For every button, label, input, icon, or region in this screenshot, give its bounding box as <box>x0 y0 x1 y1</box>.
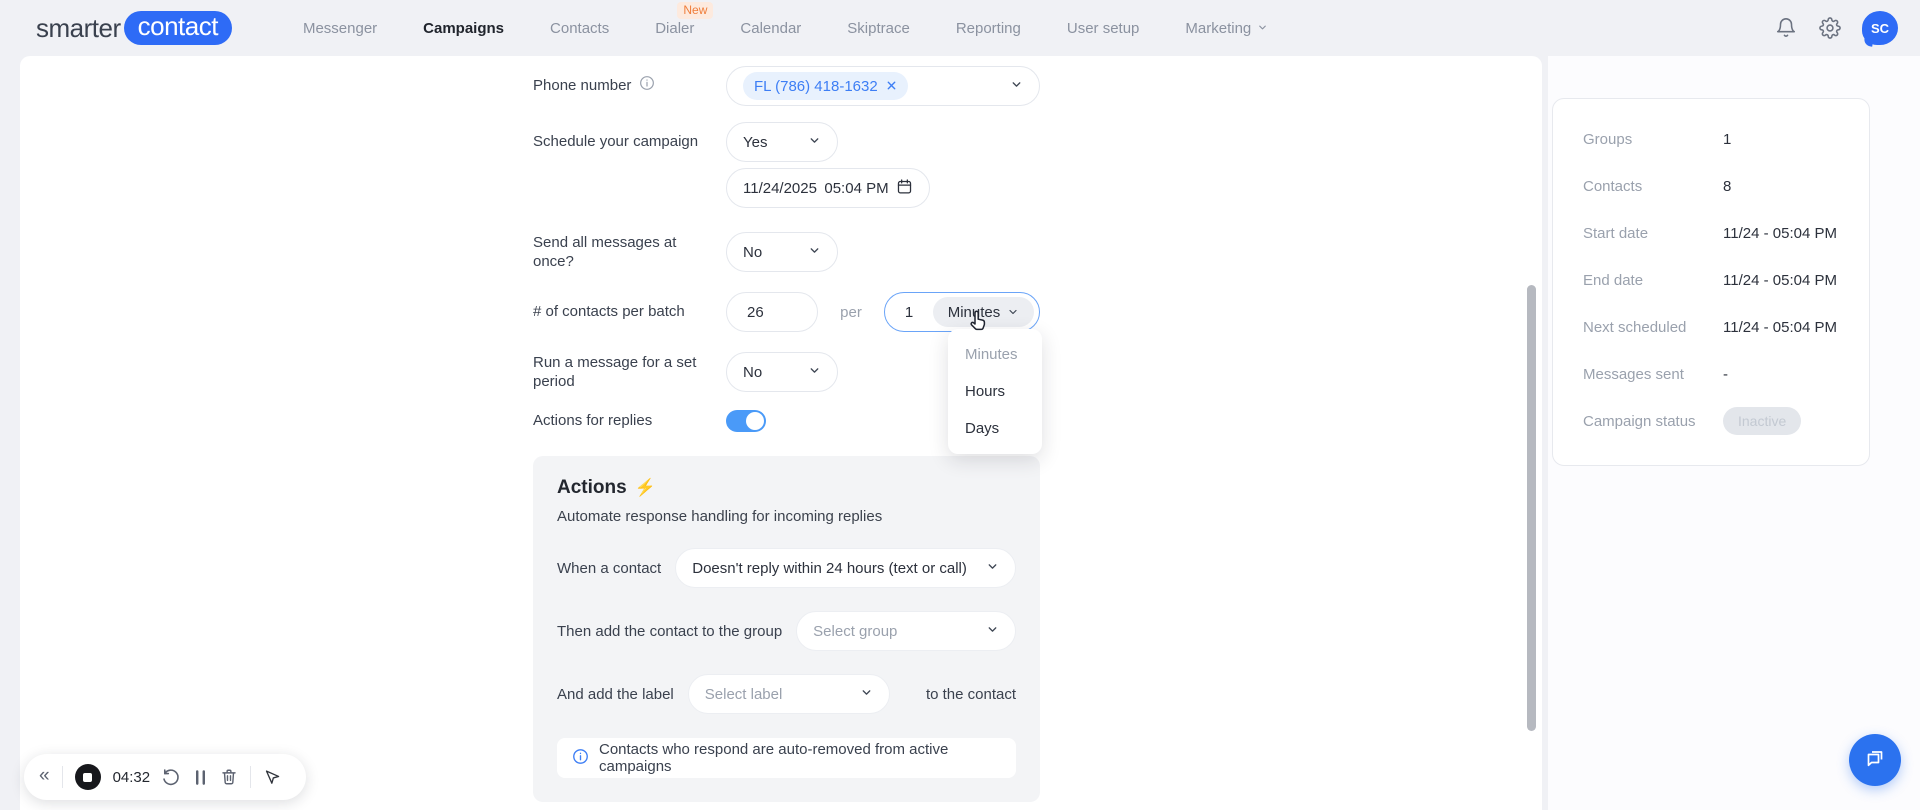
interval-value[interactable]: 1 <box>885 304 933 321</box>
send-all-row: Send all messages at once? No <box>533 232 1040 272</box>
phone-number-row: Phone number FL (786) 418-1632 <box>533 66 1040 106</box>
summary-row-messages-sent: Messages sent - <box>1583 365 1728 383</box>
nav-item-user-setup[interactable]: User setup <box>1044 14 1163 43</box>
recording-time: 04:32 <box>112 768 151 786</box>
pause-icon[interactable] <box>193 769 208 786</box>
divider <box>61 766 63 788</box>
phone-chip: FL (786) 418-1632 <box>743 72 908 100</box>
campaign-settings-panel: Phone number FL (786) 418-1632 Schedule … <box>20 56 1542 810</box>
nav-item-contacts[interactable]: Contacts <box>527 14 632 43</box>
nav-item-skiptrace[interactable]: Skiptrace <box>824 14 933 43</box>
auto-remove-note: Contacts who respond are auto-removed fr… <box>557 738 1016 778</box>
per-label: per <box>840 303 862 321</box>
collapse-toolbar-icon[interactable]: « <box>39 766 50 788</box>
nav-item-dialer[interactable]: Dialer New <box>632 1 717 43</box>
chat-widget-button[interactable] <box>1849 734 1901 786</box>
phone-number-select[interactable]: FL (786) 418-1632 <box>726 66 1040 106</box>
unit-option-days[interactable]: Days <box>948 410 1042 447</box>
vertical-scrollbar[interactable] <box>1527 285 1536 731</box>
trash-icon[interactable] <box>220 768 238 786</box>
when-contact-row: When a contact Doesn't reply within 24 h… <box>557 548 1016 588</box>
label-select[interactable]: Select label <box>687 674 890 714</box>
cursor-icon[interactable] <box>263 769 280 786</box>
topbar-actions: SC <box>1774 0 1898 56</box>
summary-row-campaign-status: Campaign status Inactive <box>1583 407 1869 435</box>
phone-number-label: Phone number <box>533 75 726 97</box>
batch-label: # of contacts per batch <box>533 303 685 321</box>
unit-option-minutes[interactable]: Minutes <box>948 336 1042 373</box>
batch-count-input[interactable] <box>726 292 818 332</box>
nav-item-calendar[interactable]: Calendar <box>717 14 824 43</box>
chevron-down-icon <box>1010 78 1023 95</box>
add-group-label: Then add the contact to the group <box>557 622 783 640</box>
stop-recording-button[interactable] <box>74 764 101 790</box>
close-icon[interactable] <box>886 78 897 95</box>
summary-row-start-date: Start date 11/24 - 05:04 PM <box>1583 224 1837 242</box>
user-avatar[interactable]: SC <box>1862 11 1898 45</box>
divider <box>250 766 252 788</box>
replies-toggle[interactable] <box>726 410 766 432</box>
new-badge: New <box>677 1 714 19</box>
interval-control[interactable]: 1 Minutes <box>884 292 1040 332</box>
chevron-down-icon <box>1257 20 1268 37</box>
run-period-label: Run a message for a set period <box>533 353 697 391</box>
add-label-suffix: to the contact <box>925 685 1016 703</box>
batch-controls: per 1 Minutes <box>726 292 1040 332</box>
chat-icon <box>1862 745 1888 776</box>
summary-row-contacts: Contacts 8 <box>1583 177 1732 195</box>
chevron-down-icon <box>808 244 821 261</box>
summary-row-end-date: End date 11/24 - 05:04 PM <box>1583 271 1837 289</box>
nav-item-reporting[interactable]: Reporting <box>933 14 1044 43</box>
calendar-icon[interactable] <box>896 178 913 199</box>
add-group-row: Then add the contact to the group Select… <box>557 611 1016 651</box>
screen-recorder-toolbar: « 04:32 <box>24 754 306 800</box>
replies-toggle-label: Actions for replies <box>533 412 653 430</box>
unit-dropdown-menu: Minutes Hours Days <box>948 329 1042 454</box>
actions-panel: Actions ⚡ Automate response handling for… <box>533 456 1040 802</box>
actions-subtitle: Automate response handling for incoming … <box>557 508 883 525</box>
run-period-select[interactable]: No <box>726 352 838 392</box>
batch-row: # of contacts per batch per 1 Minutes <box>533 292 1040 332</box>
time-value: 05:04 PM <box>824 179 889 197</box>
top-navigation: smarter contact Messenger Campaigns Cont… <box>0 0 1920 56</box>
status-badge: Inactive <box>1723 407 1802 435</box>
nav-item-marketing[interactable]: Marketing <box>1162 14 1291 43</box>
campaign-summary-card: Groups 1 Contacts 8 Start date 11/24 - 0… <box>1552 98 1870 466</box>
group-select[interactable]: Select group <box>796 611 1016 651</box>
lightning-icon: ⚡ <box>634 478 656 497</box>
chevron-down-icon <box>986 623 999 640</box>
chevron-down-icon <box>808 134 821 151</box>
schedule-label: Schedule your campaign <box>533 133 699 151</box>
when-contact-label: When a contact <box>557 559 662 577</box>
schedule-row: Schedule your campaign Yes <box>533 122 1040 162</box>
gear-icon[interactable] <box>1818 16 1842 40</box>
bell-icon[interactable] <box>1774 16 1798 40</box>
unit-dropdown-trigger[interactable]: Minutes <box>933 297 1034 327</box>
unit-option-hours[interactable]: Hours <box>948 373 1042 410</box>
info-icon[interactable] <box>639 75 655 97</box>
date-value: 11/24/2025 <box>743 179 817 197</box>
nav-item-campaigns[interactable]: Campaigns <box>400 14 527 43</box>
add-label-row: And add the label Select label to the co… <box>557 674 1016 714</box>
restart-icon[interactable] <box>162 768 181 787</box>
chevron-down-icon <box>808 364 821 381</box>
brand-word-smarter: smarter <box>36 12 121 43</box>
send-all-label: Send all messages at once? <box>533 233 677 271</box>
summary-row-next-scheduled: Next scheduled 11/24 - 05:04 PM <box>1583 318 1837 336</box>
info-icon <box>572 748 589 769</box>
chevron-down-icon <box>860 686 873 703</box>
main-nav: Messenger Campaigns Contacts Dialer New … <box>280 1 1291 43</box>
summary-row-groups: Groups 1 <box>1583 130 1732 148</box>
actions-title: Actions ⚡ <box>557 477 656 498</box>
brand-logo[interactable]: smarter contact <box>36 11 232 45</box>
schedule-datetime-row: 11/24/2025 05:04 PM <box>533 168 1040 208</box>
send-all-select[interactable]: No <box>726 232 838 272</box>
schedule-select[interactable]: Yes <box>726 122 838 162</box>
brand-word-contact: contact <box>123 11 232 45</box>
chevron-down-icon <box>986 560 999 577</box>
nav-item-messenger[interactable]: Messenger <box>280 14 400 43</box>
add-label-label: And add the label <box>557 685 674 703</box>
datetime-picker[interactable]: 11/24/2025 05:04 PM <box>726 168 930 208</box>
when-contact-select[interactable]: Doesn't reply within 24 hours (text or c… <box>675 548 1016 588</box>
